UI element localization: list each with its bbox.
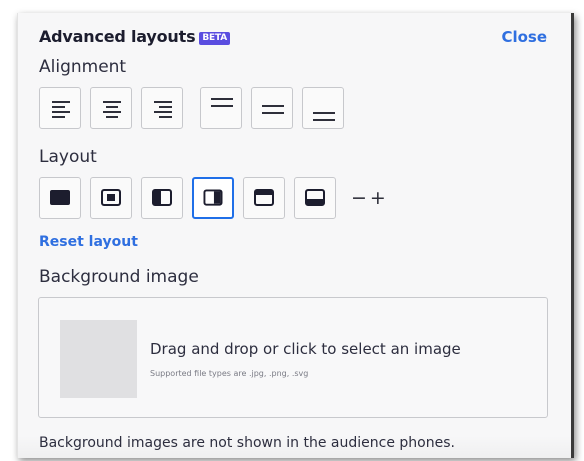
align-left-button[interactable] — [39, 87, 81, 129]
beta-badge: BETA — [199, 32, 231, 45]
alignment-buttons — [39, 87, 353, 129]
align-top-button[interactable] — [200, 87, 242, 129]
panel-title: Advanced layouts BETA — [39, 27, 231, 46]
alignment-label: Alignment — [39, 57, 127, 77]
layout-center-icon — [101, 189, 121, 206]
layout-center-button[interactable] — [90, 177, 132, 219]
align-bottom-button[interactable] — [302, 87, 344, 129]
image-placeholder — [60, 320, 137, 398]
align-bottom-icon — [313, 112, 335, 126]
layout-size-controls[interactable]: −+ — [351, 177, 389, 219]
layout-bottom-button[interactable] — [294, 177, 336, 219]
supported-file-types: Supported file types are .jpg, .png, .sv… — [150, 369, 309, 378]
layout-label: Layout — [39, 147, 97, 167]
align-middle-button[interactable] — [251, 87, 293, 129]
align-center-button[interactable] — [90, 87, 132, 129]
layout-full-icon — [50, 190, 70, 205]
background-image-label: Background image — [39, 267, 199, 287]
panel-title-text: Advanced layouts — [39, 27, 196, 46]
layout-left-icon — [152, 189, 172, 206]
advanced-layouts-panel: Advanced layouts BETA Close Alignment La… — [17, 13, 574, 458]
layout-top-icon — [254, 189, 274, 206]
align-right-icon — [154, 101, 172, 118]
dropzone-instruction: Drag and drop or click to select an imag… — [150, 340, 461, 358]
background-image-dropzone[interactable]: Drag and drop or click to select an imag… — [38, 297, 548, 418]
layout-top-button[interactable] — [243, 177, 285, 219]
close-button[interactable]: Close — [501, 28, 547, 46]
layout-bottom-icon — [305, 189, 325, 206]
align-left-icon — [52, 101, 70, 118]
layout-options: −+ — [39, 177, 389, 219]
reset-layout-link[interactable]: Reset layout — [39, 234, 138, 250]
layout-left-button[interactable] — [141, 177, 183, 219]
align-top-icon — [211, 98, 233, 112]
align-right-button[interactable] — [141, 87, 183, 129]
align-middle-icon — [262, 105, 284, 119]
background-note: Background images are not shown in the a… — [39, 435, 455, 451]
layout-right-button[interactable] — [192, 177, 234, 219]
layout-right-icon — [203, 189, 223, 206]
layout-full-button[interactable] — [39, 177, 81, 219]
align-center-icon — [103, 101, 121, 118]
